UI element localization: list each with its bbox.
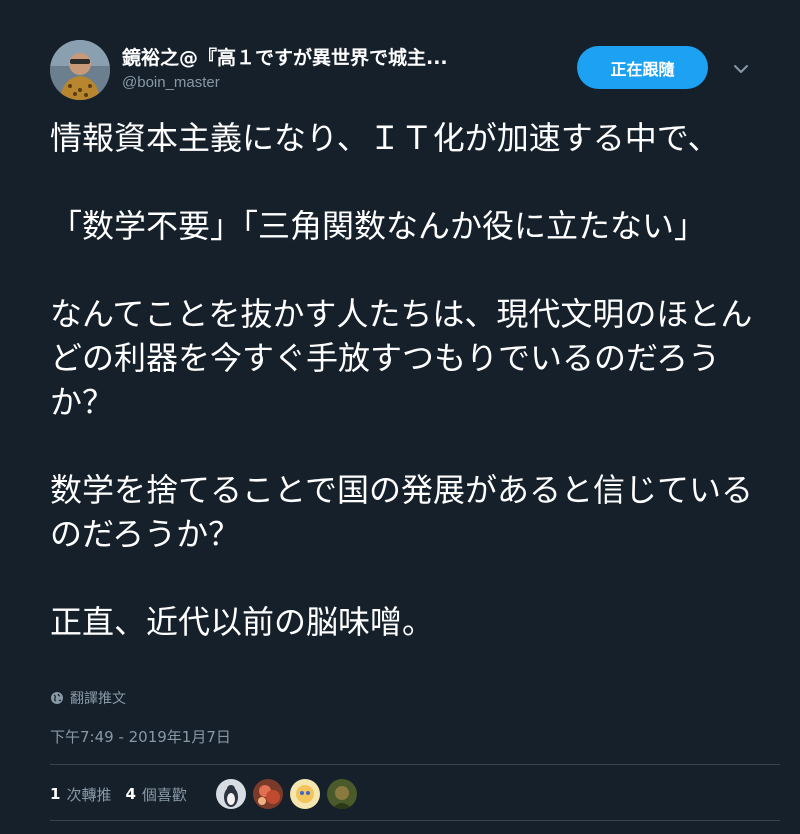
author-avatar[interactable] [50, 40, 110, 100]
following-button[interactable]: 正在跟隨 [577, 46, 708, 89]
author-display-name[interactable]: 鏡裕之@『高１ですが異世界で城主... [122, 46, 542, 70]
tweet-stats: 1 次轉推 4 個喜歡 [50, 778, 363, 810]
divider [50, 764, 780, 765]
tweet-body: 情報資本主義になり、ＩＴ化が加速する中で、 「数学不要」「三角関数なんか役に立た… [50, 116, 760, 644]
tweet-paragraph: 「数学不要」「三角関数なんか役に立たない」 [50, 207, 707, 245]
retweets-count: 1 [50, 785, 61, 803]
translate-tweet-link[interactable]: 翻譯推文 [50, 688, 126, 708]
author-names: 鏡裕之@『高１ですが異世界で城主... @boin_master [122, 46, 542, 91]
liker-avatar[interactable] [325, 778, 358, 810]
divider [50, 820, 780, 821]
tweet-paragraph: 正直、近代以前の脳味噌。 [50, 603, 435, 641]
chevron-down-icon[interactable] [730, 58, 752, 80]
tweet-paragraph: 情報資本主義になり、ＩＴ化が加速する中で、 [50, 119, 720, 157]
tweet-paragraph: なんてことを抜かす人たちは、現代文明のほとんどの利器を今すぐ手放すつもりでいるの… [50, 295, 753, 421]
globe-icon [51, 692, 63, 704]
likes-stat[interactable]: 4 個喜歡 [125, 784, 186, 805]
author-handle[interactable]: @boin_master [122, 74, 542, 91]
likes-label: 個喜歡 [141, 785, 187, 804]
liker-avatar[interactable] [214, 778, 247, 810]
translate-label: 翻譯推文 [70, 691, 126, 707]
likes-count: 4 [125, 785, 136, 803]
liker-avatar[interactable] [288, 778, 321, 810]
liker-avatars [214, 778, 363, 810]
tweet-paragraph: 数学を捨てることで国の発展があると信じているのだろうか？ [50, 471, 754, 553]
tweet-header: 鏡裕之@『高１ですが異世界で城主... @boin_master 正在跟隨 [50, 40, 760, 102]
retweets-label: 次轉推 [66, 785, 112, 804]
tweet-timestamp[interactable]: 下午7:49 - 2019年1月7日 [50, 726, 231, 747]
liker-avatar[interactable] [251, 778, 284, 810]
tweet-detail: 鏡裕之@『高１ですが異世界で城主... @boin_master 正在跟隨 情報… [0, 0, 800, 834]
retweets-stat[interactable]: 1 次轉推 [50, 784, 111, 805]
